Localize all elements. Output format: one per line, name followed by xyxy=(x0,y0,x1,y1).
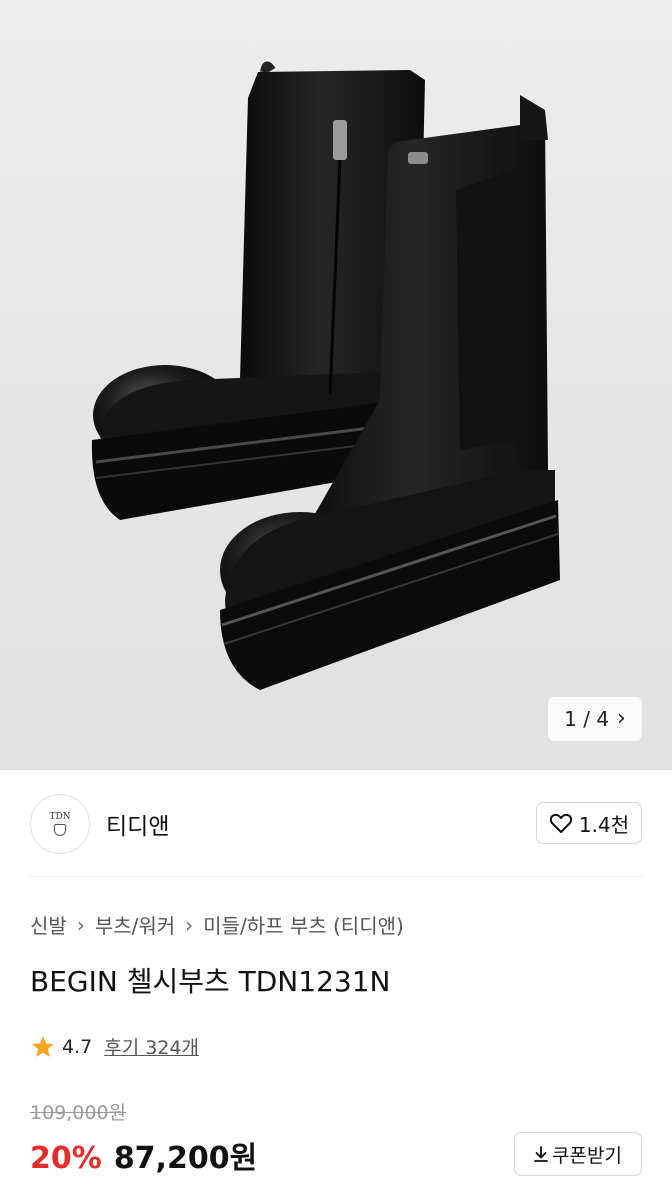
crest-icon xyxy=(54,824,66,836)
sale-price: 87,200원 xyxy=(113,1141,258,1176)
product-image-gallery[interactable]: 1 / 4 › xyxy=(0,0,672,770)
chevron-right-icon: › xyxy=(617,706,626,731)
divider xyxy=(30,876,642,877)
rating-row: 4.7 후기 324개 xyxy=(30,1033,199,1060)
brand-logo-text: TDN xyxy=(49,812,71,822)
chevron-right-icon: › xyxy=(185,912,194,937)
brand-name[interactable]: 티디앤 xyxy=(106,807,169,841)
breadcrumb: 신발 › 부츠/워커 › 미들/하프 부츠 (티디앤) xyxy=(30,910,404,939)
heart-outline-icon xyxy=(549,813,572,833)
download-icon xyxy=(534,1146,548,1162)
breadcrumb-item[interactable]: 신발 xyxy=(30,910,67,939)
original-price: 109,000원 xyxy=(30,1102,127,1124)
brand-row: TDN 티디앤 1.4천 xyxy=(30,794,642,854)
coupon-label: 쿠폰받기 xyxy=(552,1144,622,1167)
like-button[interactable]: 1.4천 xyxy=(536,802,642,844)
coupon-button[interactable]: 쿠폰받기 xyxy=(514,1132,642,1176)
rating-score: 4.7 xyxy=(62,1035,93,1058)
reviews-link[interactable]: 후기 324개 xyxy=(104,1033,199,1060)
breadcrumb-item[interactable]: 미들/하프 부츠 (티디앤) xyxy=(203,910,404,939)
image-counter-text: 1 / 4 xyxy=(564,707,610,731)
chevron-right-icon: › xyxy=(76,912,85,937)
like-count: 1.4천 xyxy=(578,812,630,837)
discount-rate: 20% xyxy=(30,1141,102,1176)
price-row: 20% 87,200원 xyxy=(30,1133,257,1177)
image-counter[interactable]: 1 / 4 › xyxy=(548,697,642,741)
breadcrumb-item[interactable]: 부츠/워커 xyxy=(95,910,175,939)
product-image xyxy=(0,0,672,770)
star-icon xyxy=(32,1035,54,1057)
brand-logo[interactable]: TDN xyxy=(30,794,90,854)
product-title: BEGIN 첼시부츠 TDN1231N xyxy=(30,965,391,998)
